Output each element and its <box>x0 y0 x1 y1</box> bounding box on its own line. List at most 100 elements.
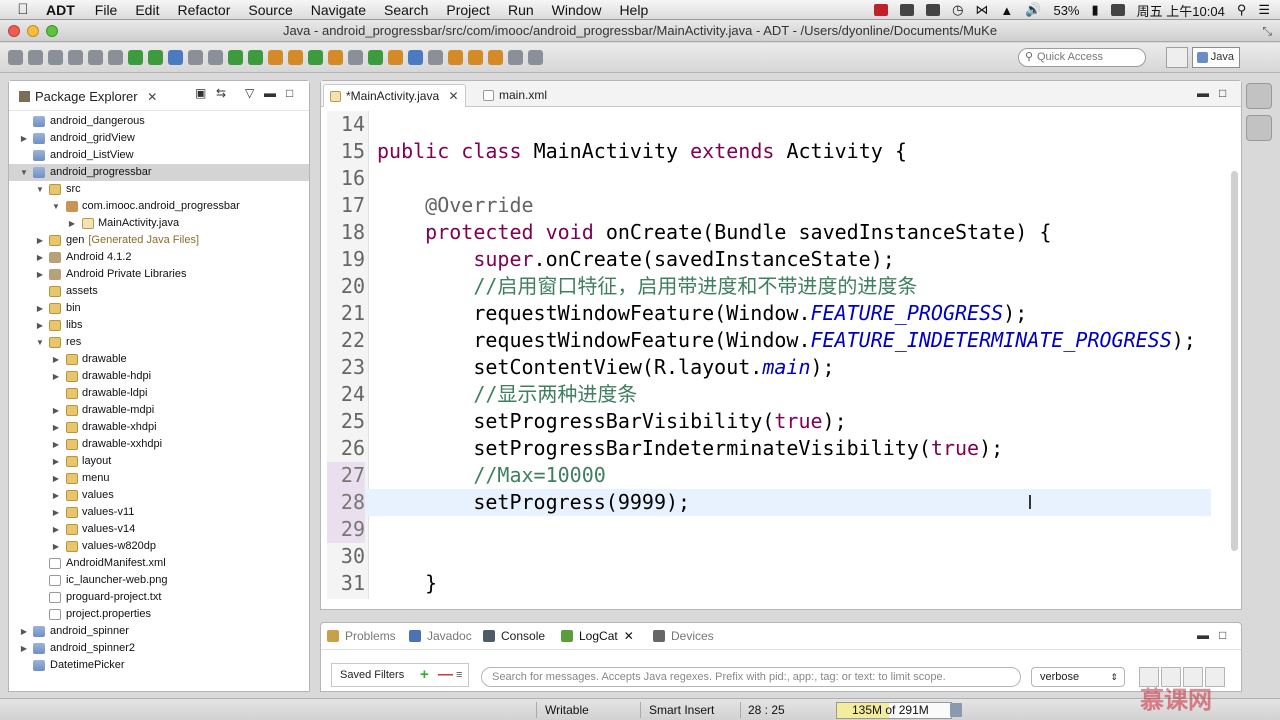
tree-item-drawable[interactable]: ▶ drawable <box>9 351 309 368</box>
tree-item-values-v14[interactable]: ▶ values-v14 <box>9 521 309 538</box>
maximize-editor-icon[interactable]: □ <box>1219 86 1226 100</box>
restore-task-list-button[interactable] <box>1246 115 1272 141</box>
code-line[interactable]: 18 protected void onCreate(Bundle savedI… <box>327 219 1211 246</box>
expand-icon[interactable]: ▶ <box>51 402 61 419</box>
tree-item-datetimepicker[interactable]: DatetimePicker <box>9 657 309 674</box>
tree-item-ic-launcher-web[interactable]: ic_launcher-web.png <box>9 572 309 589</box>
previous-edit-icon[interactable] <box>468 50 483 65</box>
add-filter-button[interactable]: + <box>420 664 429 686</box>
code-line[interactable]: 15 public class MainActivity extends Acti… <box>327 138 1211 165</box>
code-line[interactable]: 19 super.onCreate(savedInstanceState); <box>327 246 1211 273</box>
spotlight-icon[interactable]: ⚲ <box>1237 2 1247 18</box>
tab-main-xml[interactable]: main.xml <box>477 84 553 107</box>
view-menu-icon[interactable]: ▽ <box>245 86 254 100</box>
tree-item-android-progressbar[interactable]: ▼ android_progressbar <box>9 164 309 181</box>
wifi-icon[interactable]: ▲ <box>1000 3 1013 18</box>
tree-item-project-properties[interactable]: project.properties <box>9 606 309 623</box>
tab-problems[interactable]: Problems <box>327 629 396 643</box>
code-line[interactable]: 29 <box>327 516 1211 543</box>
tree-item-private-libraries[interactable]: ▶ Android Private Libraries <box>9 266 309 283</box>
close-tab-icon[interactable]: ✕ <box>448 89 458 103</box>
avd-manager-icon[interactable] <box>148 50 163 65</box>
menu-window[interactable]: Window <box>552 2 602 18</box>
tray-sync-icon[interactable] <box>926 4 941 16</box>
code-area[interactable]: 14 15 public class MainActivity extends Ac… <box>327 111 1211 599</box>
notification-center-icon[interactable]: ☰ <box>1258 2 1270 18</box>
skip-breakpoints-icon[interactable] <box>208 50 223 65</box>
search-icon[interactable] <box>348 50 363 65</box>
code-line[interactable]: 30 <box>327 543 1211 570</box>
tree-item-bin[interactable]: ▶ bin <box>9 300 309 317</box>
expand-icon[interactable]: ▶ <box>19 130 29 147</box>
apple-menu-icon[interactable]:  <box>0 1 46 18</box>
expand-icon[interactable]: ▶ <box>51 368 61 385</box>
menu-edit[interactable]: Edit <box>135 2 159 18</box>
restore-outline-button[interactable] <box>1246 83 1272 109</box>
time-machine-icon[interactable]: ◷ <box>952 2 963 18</box>
expand-icon[interactable]: ▶ <box>51 521 61 538</box>
pin-editor-icon[interactable] <box>528 50 543 65</box>
minimize-view-icon[interactable]: ▬ <box>1197 628 1209 642</box>
menu-refactor[interactable]: Refactor <box>177 2 230 18</box>
minimize-view-icon[interactable]: ▬ <box>264 86 276 100</box>
collapse-icon[interactable]: ▼ <box>51 198 61 215</box>
task-icon[interactable] <box>168 50 183 65</box>
export-icon[interactable] <box>88 50 103 65</box>
tree-item-android-412[interactable]: ▶ Android 4.1.2 <box>9 249 309 266</box>
save-all-icon[interactable] <box>48 50 63 65</box>
tree-item-mainactivity[interactable]: ▶ MainActivity.java <box>9 215 309 232</box>
bluetooth-icon[interactable]: ⋈ <box>975 2 988 18</box>
show-whitespace-icon[interactable] <box>428 50 443 65</box>
garbage-collect-icon[interactable] <box>950 703 962 717</box>
collapse-icon[interactable]: ▼ <box>35 334 45 351</box>
maximize-view-icon[interactable]: □ <box>286 86 293 100</box>
import-icon[interactable] <box>108 50 123 65</box>
tab-console[interactable]: Console <box>483 629 545 643</box>
clock[interactable]: 周五 上午10:04 <box>1137 1 1225 20</box>
tree-item-gen[interactable]: ▶ gen [Generated Java Files] <box>9 232 309 249</box>
debug-icon[interactable] <box>228 50 243 65</box>
save-icon[interactable] <box>28 50 43 65</box>
menu-help[interactable]: Help <box>619 2 648 18</box>
menu-source[interactable]: Source <box>248 2 292 18</box>
collapse-icon[interactable]: ▼ <box>19 164 29 181</box>
code-line[interactable]: 24 //显示两种进度条 <box>327 381 1211 408</box>
tray-cloud-icon[interactable] <box>900 4 915 16</box>
code-line[interactable]: 28 setProgress(9999); <box>327 489 1211 516</box>
expand-icon[interactable]: ▶ <box>35 249 45 266</box>
expand-icon[interactable]: ▶ <box>67 215 77 232</box>
close-tab-icon[interactable]: ✕ <box>624 629 634 643</box>
tree-item-drawable-xhdpi[interactable]: ▶ drawable-xhdpi <box>9 419 309 436</box>
tree-item-values-w820dp[interactable]: ▶ values-w820dp <box>9 538 309 555</box>
minimize-editor-icon[interactable]: ▬ <box>1197 86 1209 100</box>
next-edit-icon[interactable] <box>448 50 463 65</box>
battery-level[interactable]: 53% <box>1053 3 1079 18</box>
code-line[interactable]: 31 } <box>327 570 1211 597</box>
quick-access-input[interactable]: ⚲ Quick Access <box>1018 48 1146 67</box>
expand-icon[interactable]: ▶ <box>35 232 45 249</box>
tab-javadoc[interactable]: Javadoc <box>409 629 472 643</box>
code-line[interactable]: 25 setProgressBarVisibility(true); <box>327 408 1211 435</box>
expand-icon[interactable]: ▶ <box>51 453 61 470</box>
tree-item-android-spinner[interactable]: ▶ android_spinner <box>9 623 309 640</box>
expand-icon[interactable]: ▶ <box>35 317 45 334</box>
tree-item-proguard[interactable]: proguard-project.txt <box>9 589 309 606</box>
menu-file[interactable]: File <box>95 2 118 18</box>
new-icon[interactable] <box>8 50 23 65</box>
tree-item-drawable-xxhdpi[interactable]: ▶ drawable-xxhdpi <box>9 436 309 453</box>
expand-icon[interactable]: ▶ <box>51 351 61 368</box>
new-class-icon[interactable] <box>308 50 323 65</box>
external-tools-icon[interactable] <box>268 50 283 65</box>
tree-item-values-v11[interactable]: ▶ values-v11 <box>9 504 309 521</box>
tree-item-values[interactable]: ▶ values <box>9 487 309 504</box>
tree-item-drawable-hdpi[interactable]: ▶ drawable-hdpi <box>9 368 309 385</box>
back-icon[interactable] <box>488 50 503 65</box>
next-annotation-icon[interactable] <box>368 50 383 65</box>
expand-icon[interactable]: ▶ <box>19 640 29 657</box>
print-icon[interactable] <box>68 50 83 65</box>
code-line[interactable]: 21 requestWindowFeature(Window.FEATURE_P… <box>327 300 1211 327</box>
expand-icon[interactable]: ▶ <box>51 436 61 453</box>
code-line[interactable]: 17 @Override <box>327 192 1211 219</box>
tree-item-drawable-ldpi[interactable]: drawable-ldpi <box>9 385 309 402</box>
remove-filter-button[interactable]: — <box>438 664 453 686</box>
